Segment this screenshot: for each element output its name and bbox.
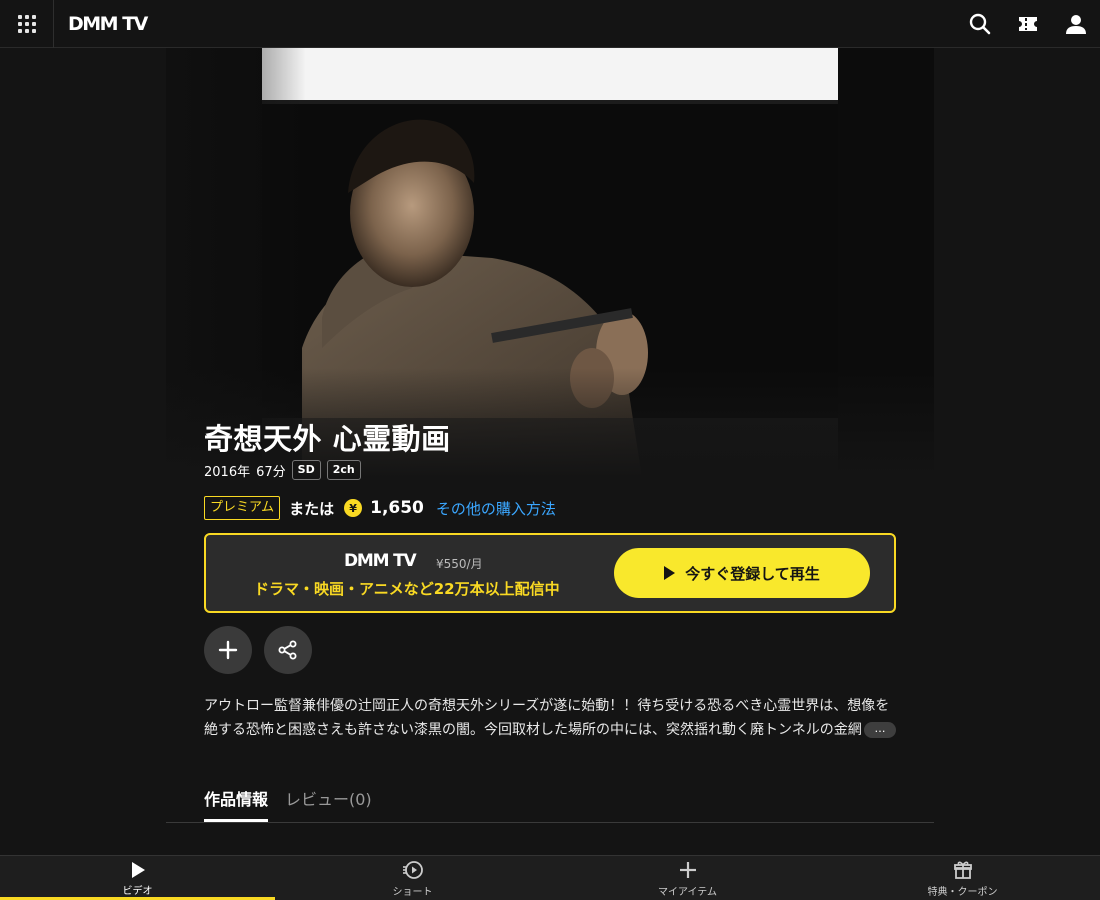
play-icon xyxy=(664,566,676,580)
release-year: 2016年 xyxy=(204,464,251,480)
purchase-price: 1,650 xyxy=(370,498,424,518)
audio-badge: 2ch xyxy=(326,460,361,480)
price-row: プレミアム または ¥ 1,650 その他の購入方法 xyxy=(204,495,556,521)
bottom-navigation: ビデオ ショート マイアイテム 特典・クーポン xyxy=(0,855,1100,900)
add-to-list-button[interactable] xyxy=(204,626,252,674)
plus-icon xyxy=(218,640,238,660)
register-and-play-label: 今すぐ登録して再生 xyxy=(685,564,820,583)
quality-badge: SD xyxy=(291,460,321,480)
yen-coin-icon: ¥ xyxy=(344,499,363,517)
video-title: 奇想天外 心霊動画 xyxy=(204,422,451,456)
tab-reviews[interactable]: レビュー(0) xyxy=(285,786,372,822)
shorts-icon xyxy=(402,860,423,879)
content-tabs: 作品情報 レビュー(0) xyxy=(166,778,934,823)
nav-label-my-items: マイアイテム xyxy=(658,886,717,898)
tab-work-info[interactable]: 作品情報 xyxy=(204,786,269,822)
top-header: DMM TV xyxy=(0,0,1100,48)
promo-dmm-tv-logo: DMM TV xyxy=(344,551,417,571)
menu-grid-button[interactable] xyxy=(0,0,54,48)
nav-item-my-items[interactable]: マイアイテム xyxy=(550,856,825,900)
user-icon[interactable] xyxy=(1063,11,1089,37)
hero-thumbnail xyxy=(166,48,934,478)
or-label: または xyxy=(289,499,335,518)
premium-badge: プレミアム xyxy=(204,496,281,520)
nav-item-shorts[interactable]: ショート xyxy=(275,856,550,900)
register-and-play-button[interactable]: 今すぐ登録して再生 xyxy=(614,548,870,598)
nav-item-video[interactable]: ビデオ xyxy=(0,856,275,900)
duration: 67分 xyxy=(256,464,286,480)
video-meta: 2016年 67分 SD 2ch xyxy=(204,460,361,480)
plus-icon xyxy=(679,861,696,878)
share-button[interactable] xyxy=(264,626,312,674)
expand-description-button[interactable]: … xyxy=(864,722,896,738)
video-description: アウトロー監督兼俳優の辻岡正人の奇想天外シリーズが遂に始動！！待ち受ける恐るべき… xyxy=(204,698,890,738)
dmm-tv-logo[interactable]: DMM TV xyxy=(68,12,148,36)
play-icon xyxy=(131,861,145,878)
menu-grid-icon xyxy=(17,15,36,33)
nav-label-shorts: ショート xyxy=(392,886,433,898)
promo-monthly-price: ¥550/月 xyxy=(436,557,483,571)
nav-item-coupons[interactable]: 特典・クーポン xyxy=(825,856,1100,900)
search-icon[interactable] xyxy=(967,11,993,37)
nav-label-coupons: 特典・クーポン xyxy=(927,886,998,898)
share-icon xyxy=(278,640,297,660)
ticket-icon[interactable] xyxy=(1015,11,1041,37)
subscription-promo-banner: DMM TV ¥550/月 ドラマ・映画・アニメなど22万本以上配信中 今すぐ登… xyxy=(204,533,896,613)
promo-copy: ドラマ・映画・アニメなど22万本以上配信中 xyxy=(254,580,560,598)
other-purchase-link[interactable]: その他の購入方法 xyxy=(436,498,556,519)
gift-icon xyxy=(953,861,972,879)
nav-label-video: ビデオ xyxy=(122,885,153,897)
